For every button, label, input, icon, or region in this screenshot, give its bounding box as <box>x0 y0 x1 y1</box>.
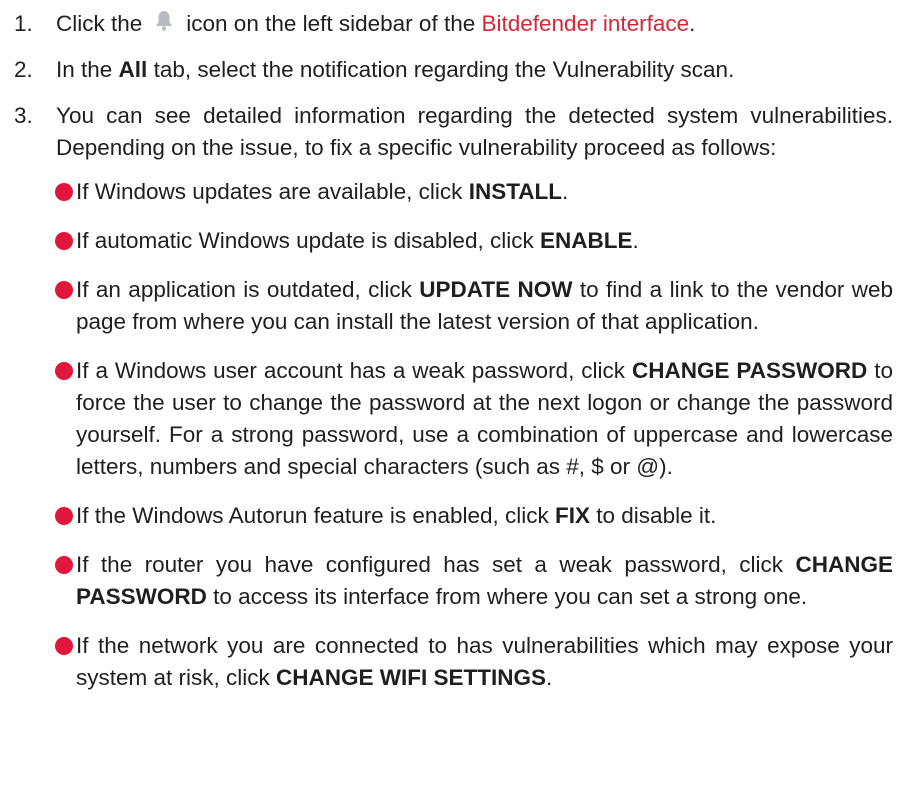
bullet-dot-icon <box>55 281 73 299</box>
list-item: If a Windows user account has a weak pas… <box>55 355 893 483</box>
step-text: In the All tab, select the notification … <box>56 54 893 86</box>
step-number: 3. <box>14 103 33 128</box>
fix-label: FIX <box>555 503 591 528</box>
step-text-after: . <box>689 11 696 36</box>
step-text-middle: icon on the left sidebar of the <box>186 11 476 36</box>
bullet-dot-icon <box>55 183 73 201</box>
list-item: If the router you have configured has se… <box>55 549 893 613</box>
install-label: INSTALL <box>468 179 563 204</box>
step-text: Click the icon on the left sidebar of the… <box>56 8 893 40</box>
bullet-dot-icon <box>55 556 73 574</box>
bitdefender-interface-link[interactable]: Bitdefender interface <box>482 11 690 36</box>
change-password-label: CHANGE PASSWORD <box>631 358 868 383</box>
enable-label: ENABLE <box>539 228 633 253</box>
update-now-label: UPDATE NOW <box>419 277 573 302</box>
all-tab-label: All <box>118 57 148 82</box>
step-number: 2. <box>14 57 33 82</box>
step-2: 2. In the All tab, select the notificati… <box>14 54 893 86</box>
list-item: If Windows updates are available, click … <box>55 176 893 208</box>
step-text-after: tab, select the notification regarding t… <box>147 57 735 82</box>
step-text-before: Click the <box>56 11 143 36</box>
step-number: 1. <box>14 11 33 36</box>
step-3: 3. You can see detailed information rega… <box>14 100 893 164</box>
vulnerability-fix-list: If Windows updates are available, click … <box>55 176 893 694</box>
list-item: If an application is outdated, click UPD… <box>55 274 893 338</box>
list-item: If automatic Windows update is disabled,… <box>55 225 893 257</box>
bullet-dot-icon <box>55 232 73 250</box>
step-text-before: In the <box>56 57 119 82</box>
bullet-dot-icon <box>55 362 73 380</box>
document: 1. Click the icon on the left sidebar of … <box>0 0 911 694</box>
list-item: If the Windows Autorun feature is enable… <box>55 500 893 532</box>
bell-icon <box>148 9 180 33</box>
bullet-dot-icon <box>55 637 73 655</box>
step-text: You can see detailed information regardi… <box>56 103 893 160</box>
step-1: 1. Click the icon on the left sidebar of … <box>14 8 893 40</box>
change-wifi-settings-label: CHANGE WIFI SETTINGS <box>276 665 547 690</box>
bullet-dot-icon <box>55 507 73 525</box>
list-item: If the network you are connected to has … <box>55 630 893 694</box>
